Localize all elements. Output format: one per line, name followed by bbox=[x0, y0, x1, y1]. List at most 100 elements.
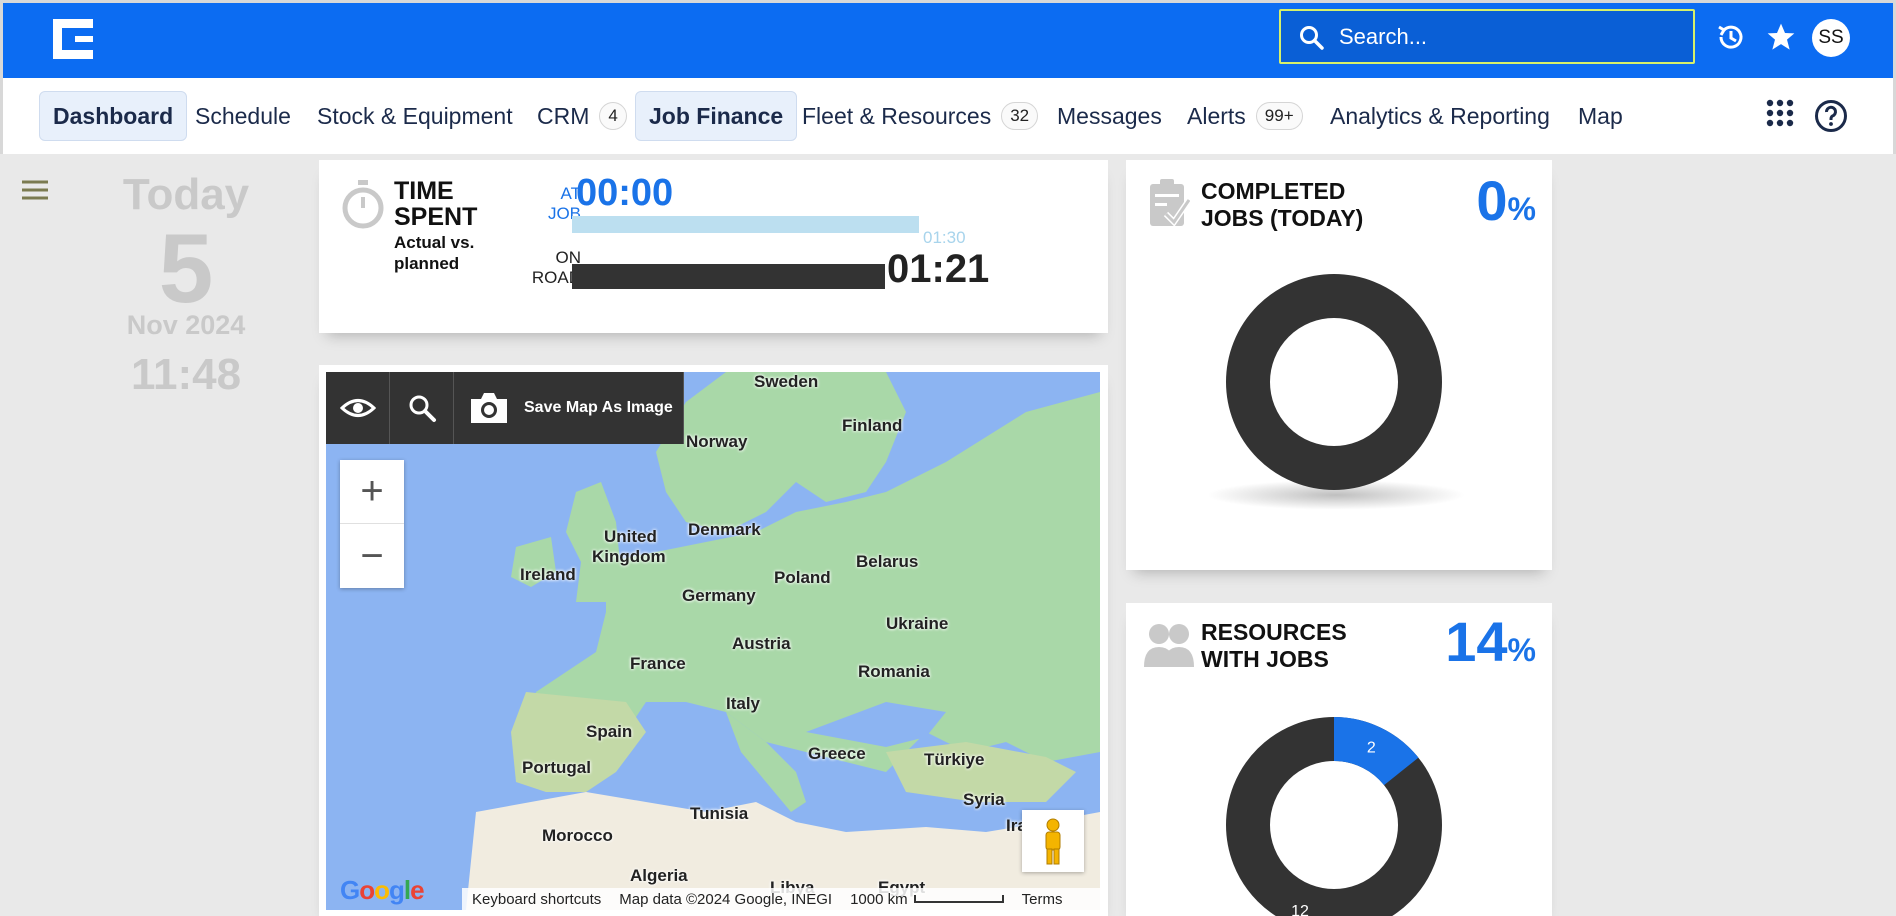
save-map-image-button[interactable]: Save Map As Image bbox=[454, 372, 684, 444]
user-avatar[interactable]: SS bbox=[1812, 19, 1850, 57]
map-search-button[interactable] bbox=[390, 372, 454, 444]
top-bar: SS bbox=[0, 0, 1896, 78]
map-label: Finland bbox=[842, 416, 903, 435]
resources-card: RESOURCES WITH JOBS 14% 2 12 bbox=[1126, 603, 1552, 916]
map-label: Poland bbox=[774, 568, 831, 587]
at-job-planned-bar bbox=[572, 216, 919, 233]
pegman-icon bbox=[1045, 818, 1061, 865]
apps-grid-icon[interactable] bbox=[1766, 99, 1794, 127]
map-label: Ukraine bbox=[886, 614, 949, 633]
at-job-value: 00:00 bbox=[576, 172, 674, 214]
zoom-control: + − bbox=[340, 460, 404, 588]
percent-sign: % bbox=[1507, 632, 1536, 668]
google-logo: Google bbox=[340, 875, 425, 905]
map-label: Morocco bbox=[542, 826, 613, 845]
zoom-in-button[interactable]: + bbox=[340, 460, 404, 524]
tab-alerts[interactable]: Alerts 99+ bbox=[1174, 91, 1316, 141]
search-box[interactable] bbox=[1279, 9, 1695, 64]
map-view[interactable]: Save Map As Image + − Sweden Finland Nor… bbox=[326, 372, 1100, 910]
terms-link[interactable]: Terms bbox=[1022, 891, 1063, 908]
map-scale-label: 1000 km bbox=[850, 890, 908, 908]
tab-label: Job Finance bbox=[649, 102, 784, 129]
label-line: ON bbox=[555, 248, 582, 267]
count-badge: 99+ bbox=[1255, 102, 1303, 130]
donut-label-without-jobs: 12 bbox=[1291, 903, 1309, 916]
map-label: Italy bbox=[726, 694, 761, 713]
map-label: United bbox=[604, 527, 657, 546]
donut-label-with-jobs: 2 bbox=[1367, 740, 1376, 757]
map-data-credit: Map data ©2024 Google, INEGI bbox=[619, 890, 833, 908]
label-line: JOB bbox=[547, 204, 581, 223]
save-map-label: Save Map As Image bbox=[524, 399, 673, 416]
eye-icon bbox=[339, 399, 376, 417]
today-day: 5 bbox=[158, 213, 214, 323]
map-label: Portugal bbox=[522, 758, 591, 777]
count-badge: 4 bbox=[599, 102, 627, 130]
street-view-pegman[interactable] bbox=[1022, 810, 1084, 872]
at-job-label: AT JOB bbox=[513, 184, 581, 224]
map-label: Denmark bbox=[688, 520, 761, 539]
resources-percent: 14% bbox=[1445, 609, 1536, 674]
keyboard-shortcuts-link[interactable]: Keyboard shortcuts bbox=[472, 891, 601, 908]
map-label: Kingdom bbox=[592, 547, 666, 566]
tab-dashboard[interactable]: Dashboard bbox=[39, 91, 188, 141]
on-road-label: ON ROAD bbox=[513, 248, 581, 288]
time-spent-card: TIME SPENT Actual vs. planned AT JOB 00:… bbox=[319, 160, 1108, 333]
tab-stock-equipment[interactable]: Stock & Equipment bbox=[304, 91, 526, 141]
title-line: JOBS (TODAY) bbox=[1201, 205, 1364, 231]
map-label: Spain bbox=[586, 722, 633, 741]
camera-icon bbox=[471, 393, 507, 423]
completed-jobs-donut bbox=[1226, 274, 1442, 490]
percent-sign: % bbox=[1507, 191, 1536, 227]
help-icon[interactable] bbox=[1814, 99, 1848, 133]
tab-analytics-reporting[interactable]: Analytics & Reporting bbox=[1317, 91, 1563, 141]
percent-value: 14 bbox=[1445, 610, 1508, 673]
map-visibility-button[interactable] bbox=[326, 372, 390, 444]
percent-value: 0 bbox=[1476, 169, 1508, 232]
checklist-icon bbox=[1150, 179, 1190, 227]
map-label: Belarus bbox=[856, 552, 919, 571]
tab-schedule[interactable]: Schedule bbox=[182, 91, 304, 141]
completed-jobs-title: COMPLETED JOBS (TODAY) bbox=[1201, 178, 1363, 232]
tab-label: Fleet & Resources bbox=[802, 102, 992, 129]
donut-ring bbox=[1226, 274, 1442, 490]
resources-title: RESOURCES WITH JOBS bbox=[1201, 619, 1347, 673]
app-logo-icon[interactable] bbox=[53, 19, 93, 59]
tab-fleet-resources[interactable]: Fleet & Resources 32 bbox=[789, 91, 1051, 141]
map-label: Romania bbox=[858, 662, 930, 681]
map-label: France bbox=[630, 654, 686, 673]
tab-label: Messages bbox=[1057, 102, 1162, 129]
map-scale-bar bbox=[913, 895, 1004, 903]
tab-job-finance[interactable]: Job Finance bbox=[635, 91, 798, 141]
tab-messages[interactable]: Messages bbox=[1044, 91, 1175, 141]
main-nav: Dashboard Schedule Stock & Equipment CRM… bbox=[0, 78, 1896, 154]
subtitle-line: planned bbox=[394, 254, 460, 273]
history-icon[interactable] bbox=[1715, 21, 1747, 53]
resources-donut: 2 12 bbox=[1226, 717, 1442, 916]
tab-label: Alerts bbox=[1187, 102, 1246, 129]
map-label: Tunisia bbox=[690, 804, 749, 823]
tab-label: Map bbox=[1578, 102, 1623, 129]
people-icon bbox=[1144, 624, 1194, 667]
title-line: SPENT bbox=[394, 203, 478, 231]
completed-jobs-card: COMPLETED JOBS (TODAY) 0% bbox=[1126, 160, 1552, 570]
zoom-out-button[interactable]: − bbox=[340, 524, 404, 588]
map-toolbar: Save Map As Image bbox=[326, 372, 684, 444]
tab-label: Analytics & Reporting bbox=[1330, 102, 1550, 129]
tab-crm[interactable]: CRM 4 bbox=[524, 91, 640, 141]
tab-label: Stock & Equipment bbox=[317, 102, 513, 129]
count-badge: 32 bbox=[1001, 102, 1039, 130]
on-road-value: 01:21 bbox=[887, 247, 990, 291]
title-line: RESOURCES bbox=[1201, 619, 1347, 645]
map-label: Norway bbox=[686, 432, 748, 451]
map-label: Austria bbox=[732, 634, 791, 653]
star-icon[interactable] bbox=[1765, 21, 1797, 53]
tab-label: Dashboard bbox=[53, 102, 174, 129]
search-icon bbox=[1300, 26, 1324, 50]
search-icon bbox=[409, 395, 436, 422]
tab-map[interactable]: Map bbox=[1565, 91, 1636, 141]
search-input[interactable] bbox=[1339, 21, 1669, 53]
today-month-year: Nov 2024 bbox=[126, 310, 246, 340]
map-label: Türkiye bbox=[924, 750, 985, 769]
hamburger-menu-icon[interactable] bbox=[20, 176, 50, 206]
